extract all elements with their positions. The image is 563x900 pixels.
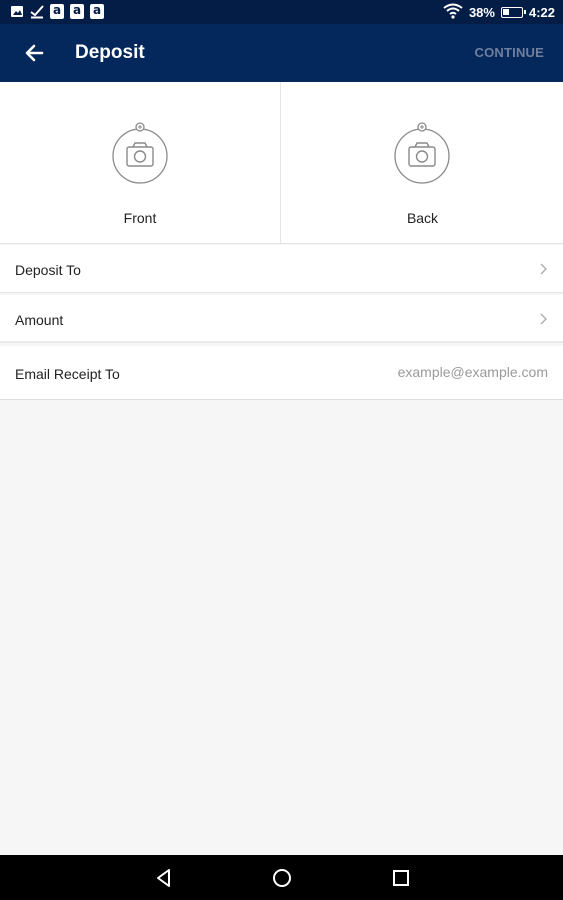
capture-front-button[interactable]: Front (0, 82, 281, 244)
chevron-right-icon (538, 312, 548, 326)
back-arrow-icon[interactable] (22, 38, 50, 68)
page-title: Deposit (75, 42, 145, 63)
battery-icon (500, 7, 526, 18)
email-receipt-input[interactable] (308, 364, 548, 380)
amount-row[interactable]: Amount (0, 295, 563, 343)
recents-square-icon[interactable] (390, 867, 412, 889)
wifi-icon (443, 3, 463, 22)
home-circle-icon[interactable] (271, 867, 293, 889)
back-label: Back (406, 210, 439, 226)
status-bar: 38% 4:22 (0, 0, 563, 24)
camera-icon (110, 122, 170, 186)
navigation-bar (0, 855, 563, 900)
deposit-to-label: Deposit To (15, 262, 81, 278)
email-receipt-label: Email Receipt To (15, 366, 120, 382)
clock: 4:22 (528, 5, 555, 20)
camera-icon (392, 122, 452, 186)
capture-back-button[interactable]: Back (282, 82, 563, 244)
deposit-to-row[interactable]: Deposit To (0, 245, 563, 293)
check-capture-panel: Front Back (0, 82, 563, 244)
amount-label: Amount (15, 312, 64, 328)
amazon-icon (50, 3, 64, 19)
check-icon (30, 4, 44, 19)
image-icon (10, 4, 24, 19)
chevron-right-icon (538, 262, 548, 276)
front-label: Front (123, 210, 157, 226)
continue-button[interactable]: CONTINUE (475, 45, 545, 60)
system-status: 38% 4:22 (443, 3, 555, 22)
email-receipt-row: Email Receipt To (0, 346, 563, 400)
notification-icons (10, 3, 104, 19)
app-bar: Deposit CONTINUE (0, 24, 563, 82)
back-triangle-icon[interactable] (153, 867, 175, 889)
amazon-icon (70, 3, 84, 19)
battery-percent: 38% (468, 5, 495, 20)
amazon-icon (90, 3, 104, 19)
